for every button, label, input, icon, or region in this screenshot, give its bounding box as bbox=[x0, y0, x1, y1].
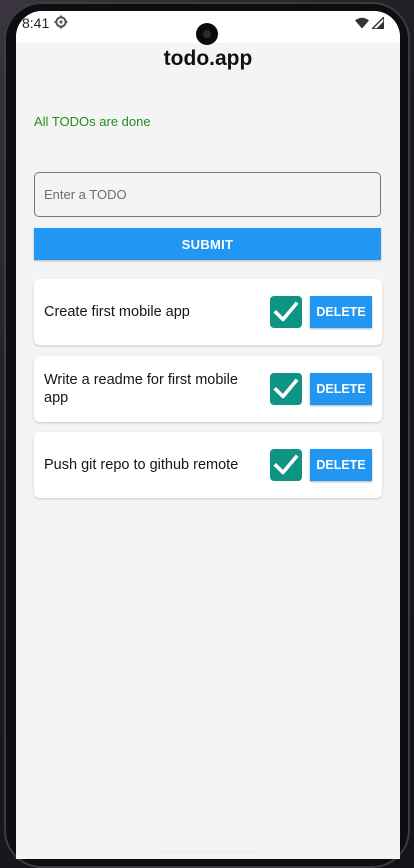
gear-icon bbox=[54, 15, 68, 29]
phone-device: 8:41 todo.app All TODOs are done Enter a… bbox=[0, 0, 414, 868]
checkmark-icon bbox=[273, 377, 299, 398]
todo-list: Create first mobile app DELETE Write a r… bbox=[34, 279, 382, 509]
checkmark-icon bbox=[273, 454, 299, 475]
wifi-icon bbox=[355, 16, 369, 34]
todo-text: Push git repo to github remote bbox=[44, 457, 239, 473]
todo-text: Create first mobile app bbox=[44, 304, 190, 320]
home-indicator[interactable] bbox=[157, 850, 259, 854]
todo-input[interactable] bbox=[34, 172, 381, 217]
status-icons bbox=[355, 15, 385, 34]
status-time: 8:41 bbox=[22, 15, 50, 31]
page-title: todo.app bbox=[163, 47, 253, 70]
status-message: All TODOs are done bbox=[34, 114, 151, 129]
todo-item: Create first mobile app DELETE bbox=[34, 279, 382, 345]
todo-checkbox[interactable] bbox=[270, 449, 302, 481]
todo-checkbox[interactable] bbox=[270, 296, 302, 328]
submit-button[interactable]: SUBMIT bbox=[34, 228, 381, 260]
todo-item: Push git repo to github remote DELETE bbox=[34, 432, 382, 498]
checkmark-icon bbox=[273, 301, 299, 322]
front-camera bbox=[196, 23, 218, 45]
delete-button[interactable]: DELETE bbox=[310, 372, 372, 405]
todo-text: Write a readme for first mobile app bbox=[44, 371, 238, 406]
todo-checkbox[interactable] bbox=[270, 372, 302, 405]
todo-item: Write a readme for first mobile app DELE… bbox=[34, 355, 382, 422]
app-screen: 8:41 todo.app All TODOs are done Enter a… bbox=[16, 11, 400, 859]
delete-button[interactable]: DELETE bbox=[310, 296, 372, 328]
signal-icon bbox=[370, 15, 385, 34]
delete-button[interactable]: DELETE bbox=[310, 449, 372, 481]
